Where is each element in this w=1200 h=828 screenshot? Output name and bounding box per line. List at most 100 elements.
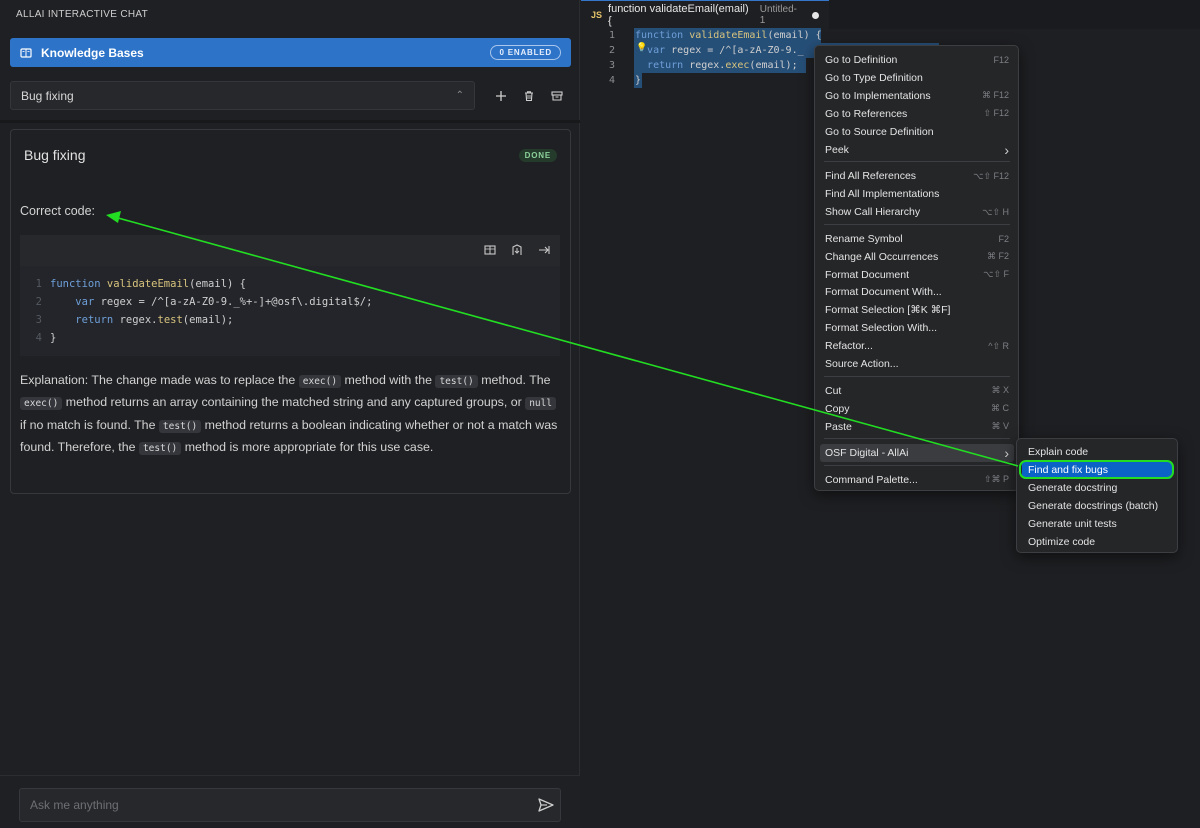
panel-title: ALLAI INTERACTIVE CHAT	[16, 9, 148, 20]
submenu-item[interactable]: Explain code	[1022, 443, 1172, 461]
session-select-value: Bug fixing	[21, 88, 74, 103]
code-token: (email) {	[189, 278, 246, 290]
menu-item[interactable]: Show Call Hierarchy ⌥⇧ H	[820, 203, 1014, 221]
arrow-right-icon[interactable]	[537, 243, 551, 257]
submenu-item-label: Find and fix bugs	[1028, 464, 1108, 476]
menu-item[interactable]: Copy ⌘ C	[820, 400, 1014, 418]
unsaved-dot-icon[interactable]	[812, 11, 819, 19]
menu-item[interactable]: Go to Definition F12	[820, 51, 1014, 69]
menu-item[interactable]: Peek ›	[820, 141, 1014, 159]
menu-item-label: Go to Source Definition	[825, 125, 934, 138]
menu-item-label: Go to Implementations	[825, 89, 931, 102]
code-token: (email) {	[767, 30, 822, 41]
lightbulb-icon[interactable]: 💡	[636, 42, 647, 53]
menu-item[interactable]: Cut ⌘ X	[820, 382, 1014, 400]
line-number: 3	[608, 60, 615, 71]
inline-code: exec()	[298, 375, 342, 388]
menu-item-label: Format Document With...	[825, 286, 942, 299]
menu-item-label: Find All References	[825, 170, 917, 183]
menu-item[interactable]: Format Document ⌥⇧ F	[820, 266, 1014, 284]
code-token: var	[647, 45, 672, 56]
js-file-icon: JS	[591, 10, 603, 20]
menu-item-label: Rename Symbol	[825, 232, 903, 245]
menu-item[interactable]: Refactor... ^⇧ R	[820, 337, 1014, 355]
menu-item[interactable]: Go to Source Definition	[820, 123, 1014, 141]
code-line: 4}	[20, 329, 57, 347]
code-token: test	[157, 314, 183, 326]
menu-item[interactable]: Format Selection With...	[820, 319, 1014, 337]
menu-item-label: Go to Type Definition	[825, 71, 923, 84]
menu-item[interactable]: Go to Implementations ⌘ F12	[820, 87, 1014, 105]
submenu-item[interactable]: Generate docstring	[1022, 479, 1172, 497]
menu-item[interactable]: Command Palette... ⇧⌘ P	[820, 471, 1014, 489]
submenu-item[interactable]: Find and fix bugs	[1022, 461, 1172, 479]
menu-item[interactable]: Change All Occurrences ⌘ F2	[820, 248, 1014, 266]
menu-item[interactable]: Format Document With...	[820, 283, 1014, 301]
book-icon	[20, 47, 32, 58]
menu-item-label: Format Document	[825, 268, 910, 281]
menu-item[interactable]: Source Action...	[820, 355, 1014, 373]
line-code: var regex = /^[a-zA-Z0-9._	[635, 45, 804, 56]
submenu-item[interactable]: Optimize code	[1022, 533, 1172, 551]
menu-item[interactable]: Paste ⌘ V	[820, 418, 1014, 436]
submenu-item[interactable]: Generate unit tests	[1022, 515, 1172, 533]
menu-item[interactable]: Format Selection [⌘K ⌘F]	[820, 301, 1014, 319]
osf-digital-submenu: Explain code Find and fix bugs Generate do…	[1016, 438, 1178, 553]
code-token: regex = /^[a-zA-Z0-9._%+-]+@osf\.digital…	[100, 296, 373, 308]
explanation-part: method with the	[341, 373, 436, 387]
updown-chevron-icon: ⌃	[455, 90, 464, 101]
menu-item-label: OSF Digital - AllAi	[825, 447, 909, 460]
submenu-item[interactable]: Generate docstrings (batch)	[1022, 497, 1172, 515]
context-menu: Go to Definition F12 Go to Type Definition…	[814, 45, 1019, 491]
code-token: [a-zA-Z0-9._	[731, 45, 804, 56]
editor-tab[interactable]: JS function validateEmail(email) { Untit…	[581, 0, 829, 29]
menu-item-shortcut: ⌘ C	[991, 403, 1009, 414]
insert-icon[interactable]	[510, 243, 524, 257]
new-session-button[interactable]	[491, 86, 511, 106]
code-token: validateEmail	[106, 278, 190, 290]
menu-separator	[824, 438, 1010, 440]
menu-item-label: Command Palette...	[825, 473, 918, 486]
inline-code: null	[525, 397, 557, 411]
menu-item-label: Format Selection [⌘K ⌘F]	[825, 304, 951, 317]
knowledge-bases-button[interactable]: Knowledge Bases 0 ENABLED	[10, 38, 571, 67]
code-token: regex = /^	[671, 45, 732, 56]
code-line: 3 return regex. test (email);	[20, 311, 234, 329]
menu-separator	[824, 223, 1010, 225]
menu-item-label: Format Selection With...	[825, 322, 938, 335]
send-icon[interactable]	[537, 796, 555, 814]
menu-item-label: Find All Implementations	[825, 188, 940, 201]
menu-item[interactable]: Rename Symbol F2	[820, 230, 1014, 248]
explanation-part: Explanation: The change made was to repl…	[20, 373, 299, 387]
explanation-part: method returns an array containing the m…	[62, 395, 526, 410]
menu-item-shortcut: ⌘ X	[991, 385, 1009, 396]
delete-session-button[interactable]	[519, 86, 539, 106]
code-token: (email);	[182, 314, 234, 326]
menu-item[interactable]: Go to References ⇧ F12	[820, 105, 1014, 123]
chat-panel: ALLAI INTERACTIVE CHAT Knowledge Bases 0…	[0, 0, 580, 828]
menu-item-shortcut: ⇧⌘ P	[983, 474, 1009, 485]
menu-item[interactable]: Find All Implementations	[820, 185, 1014, 203]
code-token: var	[75, 296, 101, 308]
menu-item-shortcut: ⇧ F12	[983, 108, 1009, 119]
archive-button[interactable]	[547, 86, 567, 106]
split-view-icon[interactable]	[483, 243, 497, 257]
card-title: Bug fixing	[24, 147, 86, 163]
menu-item[interactable]: Go to Type Definition	[820, 69, 1014, 87]
ask-input[interactable]	[19, 788, 561, 822]
menu-item[interactable]: Find All References ⌥⇧ F12	[820, 167, 1014, 185]
line-code: return regex.exec(email);	[635, 60, 798, 71]
line-number: 1	[35, 278, 42, 290]
session-select[interactable]: Bug fixing ⌃	[10, 81, 475, 110]
chevron-right-icon: ›	[1004, 445, 1009, 462]
menu-item-shortcut: F12	[993, 55, 1009, 65]
code-token: (email);	[749, 60, 798, 71]
correct-code-label: Correct code:	[20, 204, 96, 218]
menu-item[interactable]: OSF Digital - AllAi ›	[820, 444, 1014, 463]
submenu-item-label: Generate unit tests	[1028, 518, 1117, 530]
menu-separator	[824, 465, 1010, 467]
menu-item-shortcut: ⌘ F12	[981, 90, 1009, 101]
editor-line[interactable]: 1 function validateEmail(email) {	[581, 28, 1181, 43]
